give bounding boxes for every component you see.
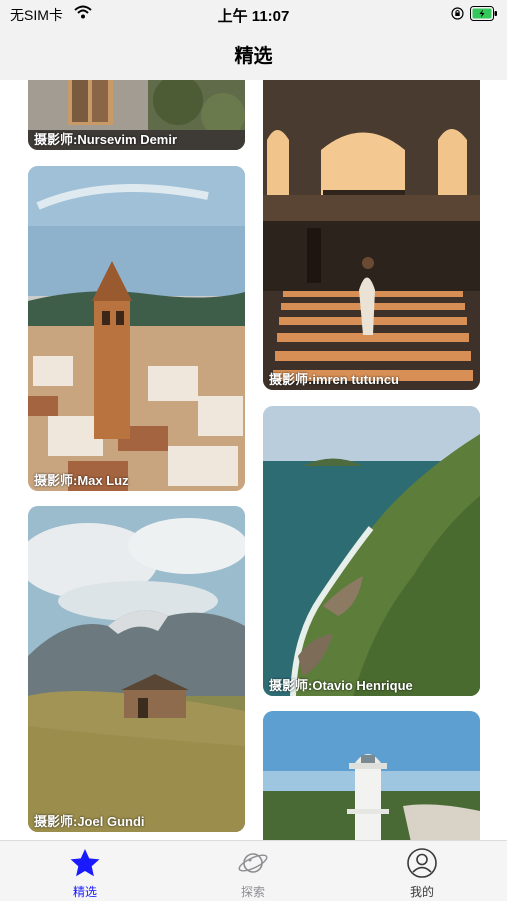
status-bar: 无SIM卡 上午 11:07	[0, 0, 507, 30]
planet-icon	[238, 853, 268, 873]
tab-featured[interactable]: 精选	[25, 841, 145, 901]
photo-card[interactable]	[263, 711, 480, 840]
navigation-bar: 精选	[0, 30, 507, 80]
photographer-caption: 摄影师:imren tutuncu	[269, 372, 399, 387]
status-time: 上午 11:07	[217, 8, 290, 25]
photographer-caption: 摄影师:Otavio Henrique	[269, 678, 413, 693]
photo-image	[263, 80, 480, 390]
tab-explore[interactable]: 探索	[193, 841, 313, 901]
tab-profile[interactable]: 我的	[362, 841, 482, 901]
photographer-caption: 摄影师:Max Luz	[34, 473, 129, 488]
photo-image	[28, 166, 245, 491]
tab-bar: 精选 探索 我的	[0, 840, 507, 901]
orientation-lock-icon	[451, 7, 464, 20]
star-icon	[70, 849, 100, 877]
page-title: 精选	[234, 46, 273, 67]
photo-image	[28, 506, 245, 832]
tab-label: 探索	[240, 885, 265, 899]
photo-card[interactable]: 摄影师:imren tutuncu	[263, 80, 480, 390]
photo-image	[263, 711, 480, 840]
photographer-caption: 摄影师:Nursevim Demir	[34, 132, 178, 147]
photographer-caption: 摄影师:Joel Gundi	[34, 814, 145, 829]
photo-card[interactable]: 摄影师:Otavio Henrique	[263, 406, 480, 696]
photo-image	[263, 406, 480, 696]
photo-card[interactable]: 摄影师:Joel Gundi	[28, 506, 245, 832]
profile-icon	[407, 848, 437, 878]
tab-label: 我的	[409, 885, 434, 899]
battery-icon	[470, 6, 497, 21]
tab-label: 精选	[72, 885, 97, 899]
photo-card[interactable]: 摄影师:Nursevim Demir	[28, 80, 245, 150]
photo-card[interactable]: 摄影师:Max Luz	[28, 166, 245, 491]
photo-feed[interactable]: 摄影师:Nursevim Demir 摄影师:imren tutuncu 摄影师…	[0, 80, 507, 840]
